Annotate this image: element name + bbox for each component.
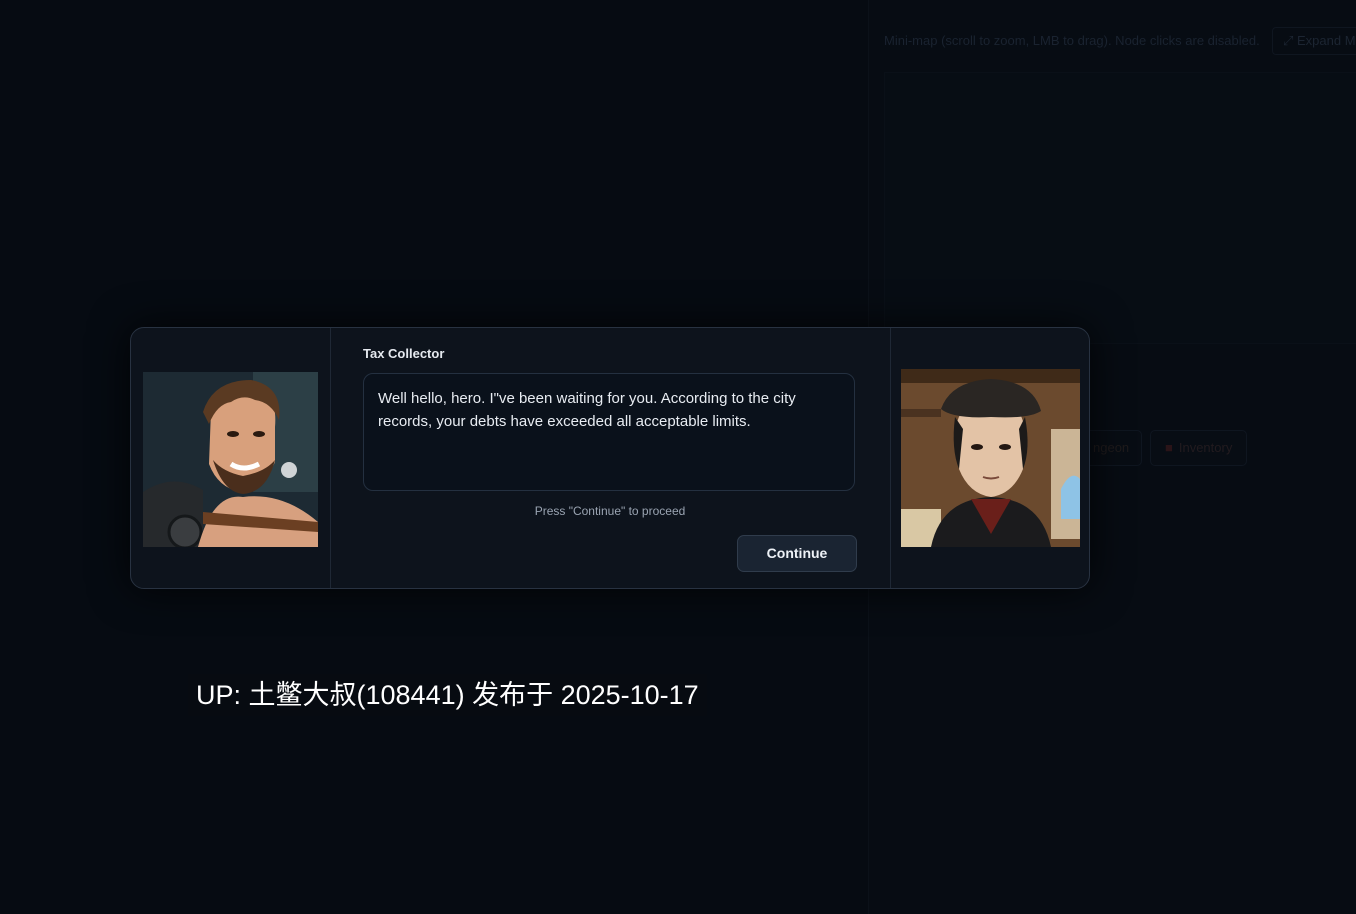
dialogue-text: Well hello, hero. I"ve been waiting for … bbox=[363, 373, 855, 491]
backpack-icon: ■ bbox=[1165, 440, 1173, 455]
minimap-hint: Mini-map (scroll to zoom, LMB to drag). … bbox=[884, 32, 1260, 48]
speaker-name: Tax Collector bbox=[363, 346, 445, 361]
continue-hint: Press "Continue" to proceed bbox=[534, 504, 686, 518]
hero-portrait bbox=[143, 372, 318, 547]
hero-portrait-panel bbox=[131, 328, 331, 588]
dialogue-modal: Tax Collector Well hello, hero. I"ve bee… bbox=[130, 327, 1090, 589]
inventory-button-label: Inventory bbox=[1178, 440, 1233, 455]
inventory-button[interactable]: ■ Inventory bbox=[1150, 430, 1248, 466]
tax-collector-portrait bbox=[901, 369, 1080, 547]
expand-map-button[interactable]: ⤢ Expand Ma bbox=[1272, 27, 1356, 55]
uploader-caption: UP: 土鳖大叔(108441) 发布于 2025-10-17 bbox=[188, 674, 707, 716]
game-screen: Mini-map (scroll to zoom, LMB to drag). … bbox=[0, 0, 1356, 914]
dungeon-button-label: ngeon bbox=[1093, 440, 1130, 455]
minimap[interactable] bbox=[884, 72, 1356, 344]
tax-collector-portrait-panel bbox=[890, 328, 1089, 588]
continue-button[interactable]: Continue bbox=[737, 535, 857, 572]
minimap-toolbar: Mini-map (scroll to zoom, LMB to drag). … bbox=[878, 24, 1356, 56]
